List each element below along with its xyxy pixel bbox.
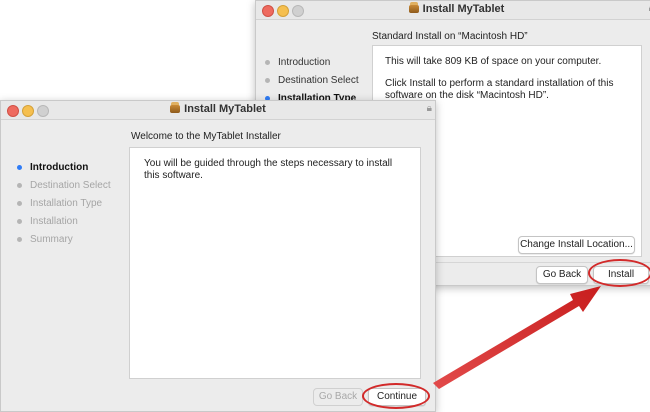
step-installation-type: Installation Type: [16, 198, 131, 216]
go-back-button[interactable]: Go Back: [313, 388, 363, 406]
title-bar: Install MyTablet 🔒︎: [1, 101, 435, 120]
package-icon: [170, 102, 181, 113]
title-bar: Install MyTablet 🔒︎: [256, 1, 650, 20]
welcome-text: You will be guided through the steps nec…: [144, 158, 393, 181]
step-bullet-icon: [265, 60, 270, 65]
lock-icon: 🔒︎: [426, 103, 432, 114]
package-icon: [408, 2, 419, 13]
installer-steps: Introduction Destination Select Installa…: [16, 162, 131, 252]
step-installation: Installation: [16, 216, 131, 234]
window-title: Install MyTablet: [1, 102, 435, 115]
arrow-shape: [433, 286, 601, 389]
page-heading: Standard Install on “Macintosh HD”: [372, 31, 528, 42]
step-destination-select: Destination Select: [16, 180, 131, 198]
change-install-location-button[interactable]: Change Install Location...: [518, 236, 635, 254]
step-destination-select: Destination Select: [264, 75, 364, 93]
step-introduction: Introduction: [16, 162, 131, 180]
step-bullet-icon: [265, 78, 270, 83]
window-title: Install MyTablet: [256, 2, 650, 15]
step-bullet-icon: [17, 201, 22, 206]
content-pane: You will be guided through the steps nec…: [129, 147, 421, 379]
step-bullet-icon: [17, 183, 22, 188]
step-bullet-icon: [17, 165, 22, 170]
install-highlight-circle: [588, 259, 650, 287]
continue-highlight-circle: [362, 383, 430, 409]
step-bullet-icon: [17, 219, 22, 224]
go-back-button[interactable]: Go Back: [536, 266, 588, 284]
step-summary: Summary: [16, 234, 131, 252]
space-required-text: This will take 809 KB of space on your c…: [385, 56, 602, 67]
installer-window-front: Install MyTablet 🔒︎ Welcome to the MyTab…: [0, 100, 436, 412]
step-bullet-icon: [17, 237, 22, 242]
page-heading: Welcome to the MyTablet Installer: [131, 131, 281, 142]
step-introduction: Introduction: [264, 57, 364, 75]
install-instructions-text: Click Install to perform a standard inst…: [385, 78, 614, 101]
